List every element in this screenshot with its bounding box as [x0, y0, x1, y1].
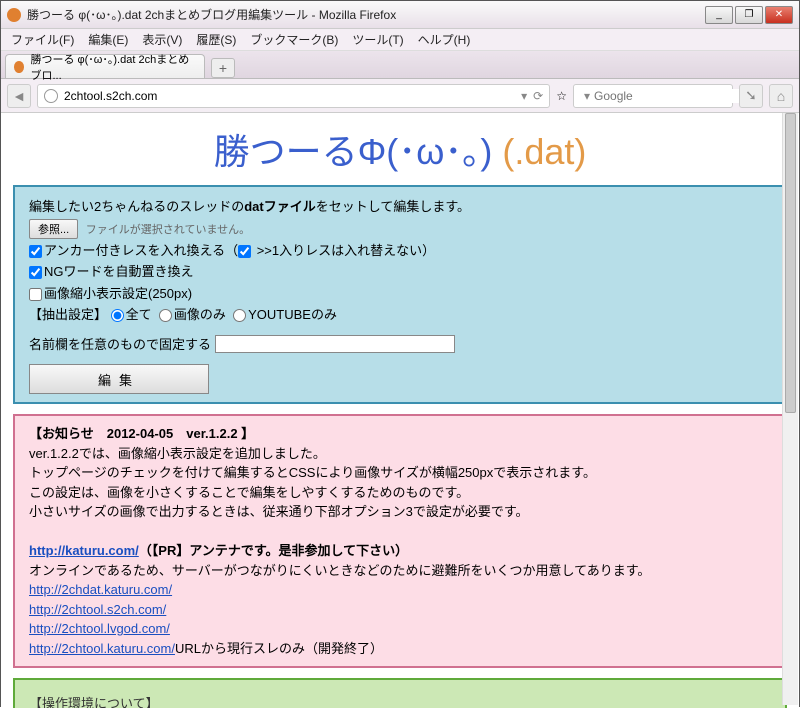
name-fix-input[interactable] — [215, 335, 455, 353]
menu-history[interactable]: 履歴(S) — [190, 29, 242, 50]
tabbar: 勝つーる φ(･ω･｡).dat 2chまとめブロ... + — [1, 51, 799, 79]
maximize-button[interactable]: ❐ — [735, 6, 763, 24]
menu-edit[interactable]: 編集(E) — [82, 29, 134, 50]
browser-window: 勝つーる φ(･ω･｡).dat 2chまとめブログ用編集ツール - Mozil… — [0, 0, 800, 707]
form-panel: 編集したい2ちゃんねるのスレッドのdatファイルをセットして編集します。 参照.… — [13, 185, 787, 404]
checkbox-imgshrink[interactable] — [29, 288, 42, 301]
url-field[interactable]: ▾ ⟳ — [37, 84, 550, 108]
mirror-link-1[interactable]: http://2chdat.katuru.com/ — [29, 582, 172, 597]
tab-active[interactable]: 勝つーる φ(･ω･｡).dat 2chまとめブロ... — [5, 54, 205, 78]
page-title: 勝つーるΦ(･ω･｡) (.dat) — [13, 119, 787, 185]
scrollbar[interactable] — [782, 113, 798, 705]
name-fix-label: 名前欄を任意のもので固定する — [29, 337, 211, 352]
link-pr[interactable]: http://katuru.com/ — [29, 543, 139, 558]
radio-youtube[interactable] — [233, 309, 246, 322]
radio-image[interactable] — [159, 309, 172, 322]
search-input[interactable] — [594, 89, 749, 103]
logo-orange: (.dat) — [502, 131, 586, 172]
menu-tools[interactable]: ツール(T) — [346, 29, 409, 50]
checkbox-keep-1[interactable] — [238, 245, 251, 258]
menu-help[interactable]: ヘルプ(H) — [412, 29, 477, 50]
mirror-link-4[interactable]: http://2chtool.katuru.com/ — [29, 641, 175, 656]
scrollbar-thumb[interactable] — [785, 113, 796, 413]
checkbox-ngword[interactable] — [29, 266, 42, 279]
mirror-link-2[interactable]: http://2chtool.s2ch.com/ — [29, 602, 166, 617]
bookmark-star-icon[interactable]: ☆ — [556, 89, 567, 103]
info-panel: 【操作環境について】 ブラウザは、Firefoxを利用して下さい。 【アンカー入… — [13, 678, 787, 708]
logo-blue: 勝つーるΦ(･ω･｡) — [214, 131, 493, 172]
tab-label: 勝つーる φ(･ω･｡).dat 2chまとめブロ... — [30, 51, 196, 83]
no-file-label: ファイルが選択されていません。 — [86, 224, 250, 236]
home-button[interactable]: ⌂ — [769, 84, 793, 108]
menu-bookmarks[interactable]: ブックマーク(B) — [244, 29, 344, 50]
news-panel: 【お知らせ 2012-04-05 ver.1.2.2 】 ver.1.2.2では… — [13, 414, 787, 668]
menubar: ファイル(F) 編集(E) 表示(V) 履歴(S) ブックマーク(B) ツール(… — [1, 29, 799, 51]
site-identity-icon — [44, 89, 58, 103]
close-button[interactable]: ✕ — [765, 6, 793, 24]
dropdown-icon[interactable]: ▾ — [521, 89, 527, 103]
toolbar: ◄ ▾ ⟳ ☆ ▾ ➘ ⌂ — [1, 79, 799, 113]
download-button[interactable]: ➘ — [739, 84, 763, 108]
menu-file[interactable]: ファイル(F) — [5, 29, 80, 50]
radio-all[interactable] — [111, 309, 124, 322]
url-input[interactable] — [64, 89, 521, 103]
back-button[interactable]: ◄ — [7, 84, 31, 108]
page-content: 勝つーるΦ(･ω･｡) (.dat) 編集したい2ちゃんねるのスレッドのdatフ… — [1, 113, 799, 708]
minimize-button[interactable]: _ — [705, 6, 733, 24]
menu-view[interactable]: 表示(V) — [136, 29, 188, 50]
search-field[interactable]: ▾ — [573, 84, 733, 108]
titlebar: 勝つーる φ(･ω･｡).dat 2chまとめブログ用編集ツール - Mozil… — [1, 1, 799, 29]
refresh-icon[interactable]: ⟳ — [533, 89, 543, 103]
mirror-link-3[interactable]: http://2chtool.lvgod.com/ — [29, 621, 170, 636]
firefox-icon — [7, 8, 21, 22]
window-title: 勝つーる φ(･ω･｡).dat 2chまとめブログ用編集ツール - Mozil… — [27, 6, 705, 23]
browse-button[interactable]: 参照... — [29, 219, 78, 239]
edit-button[interactable]: 編集 — [29, 364, 209, 394]
form-intro: 編集したい2ちゃんねるのスレッドのdatファイルをセットして編集します。 — [29, 197, 771, 217]
new-tab-button[interactable]: + — [211, 58, 235, 78]
extract-label: 【抽出設定】 — [29, 307, 107, 322]
tab-favicon — [14, 61, 24, 73]
news-heading: 【お知らせ 2012-04-05 ver.1.2.2 】 — [29, 424, 771, 444]
checkbox-anchor-swap[interactable] — [29, 245, 42, 258]
